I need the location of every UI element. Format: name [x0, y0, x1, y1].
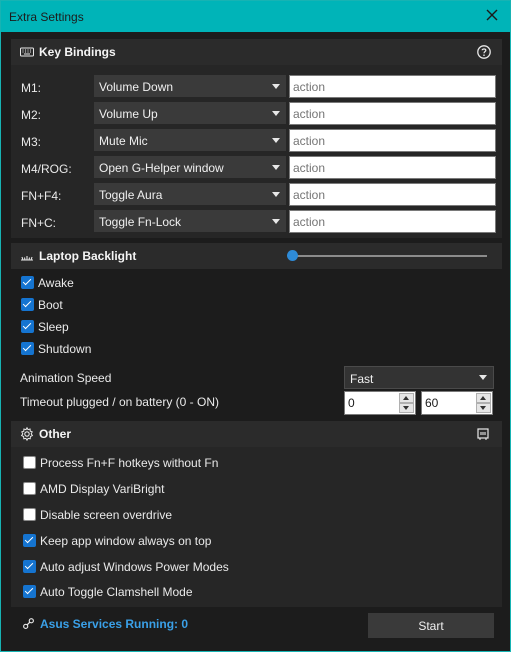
other-title: Other [39, 427, 72, 441]
checkbox-shutdown[interactable]: Shutdown [21, 340, 141, 358]
chevron-down-icon [272, 165, 280, 170]
key-label-m4: M4/ROG: [21, 162, 72, 176]
checkbox-awake[interactable]: Awake [21, 274, 141, 292]
checkbox-checked-icon [23, 560, 36, 573]
key-label-m3: M3: [21, 135, 42, 149]
close-icon[interactable] [484, 7, 500, 23]
services-status: Asus Services Running: 0 [40, 617, 189, 631]
key-bindings-title: Key Bindings [39, 45, 116, 59]
backlight-slider-track[interactable] [293, 255, 487, 257]
animation-speed-label: Animation Speed [20, 371, 112, 385]
battery-icon [477, 428, 489, 440]
chevron-down-icon [272, 192, 280, 197]
timeout-label: Timeout plugged / on battery (0 - ON) [20, 395, 219, 409]
backlight-icon [21, 256, 33, 261]
checkbox-always-on-top[interactable]: Keep app window always on top [23, 532, 283, 550]
window-title: Extra Settings [9, 10, 84, 24]
binding-select-m3[interactable]: Mute Mic [94, 129, 286, 151]
checkbox-boot[interactable]: Boot [21, 296, 141, 314]
spin-up-icon[interactable] [476, 393, 491, 403]
chevron-down-icon [272, 84, 280, 89]
key-bindings-header: Key Bindings [11, 39, 502, 65]
chevron-down-icon [272, 111, 280, 116]
binding-select-m1[interactable]: Volume Down [94, 75, 286, 97]
laptop-backlight-title: Laptop Backlight [39, 249, 137, 263]
action-input-fn-c[interactable] [289, 210, 496, 233]
checkbox-checked-icon [21, 276, 34, 289]
binding-select-fn-f4[interactable]: Toggle Aura [94, 183, 286, 205]
checkbox-unchecked-icon [23, 456, 36, 469]
gear-icon [20, 426, 34, 442]
key-label-m1: M1: [21, 81, 42, 95]
binding-select-m4[interactable]: Open G-Helper window [94, 156, 286, 178]
services-icon [23, 618, 34, 629]
keyboard-icon [20, 47, 34, 57]
timeout-plugged-stepper[interactable] [344, 391, 416, 415]
checkbox-checked-icon [21, 298, 34, 311]
key-label-fn-c: FN+C: [21, 216, 57, 230]
chevron-down-icon [479, 375, 487, 380]
animation-speed-select[interactable]: Fast [344, 366, 494, 389]
checkbox-amd-varibright[interactable]: AMD Display VariBright [23, 480, 283, 498]
backlight-slider-thumb[interactable] [287, 250, 298, 261]
checkbox-power-modes[interactable]: Auto adjust Windows Power Modes [23, 558, 283, 576]
spin-down-icon[interactable] [476, 403, 491, 413]
key-label-fn-f4: FN+F4: [21, 189, 62, 203]
checkbox-checked-icon [23, 585, 36, 598]
checkbox-checked-icon [21, 342, 34, 355]
checkbox-checked-icon [21, 320, 34, 333]
extra-settings-window: Extra Settings Key Bindings M1: Volume D… [0, 0, 511, 652]
checkbox-sleep[interactable]: Sleep [21, 318, 141, 336]
binding-select-fn-c[interactable]: Toggle Fn-Lock [94, 210, 286, 232]
help-icon[interactable] [476, 44, 492, 60]
key-label-m2: M2: [21, 108, 42, 122]
checkbox-checked-icon [23, 534, 36, 547]
checkbox-screen-overdrive[interactable]: Disable screen overdrive [23, 506, 283, 524]
chevron-down-icon [272, 138, 280, 143]
checkbox-unchecked-icon [23, 508, 36, 521]
checkbox-fn-hotkeys[interactable]: Process Fn+F hotkeys without Fn [23, 454, 283, 472]
binding-select-m2[interactable]: Volume Up [94, 102, 286, 124]
other-header: Other [11, 421, 502, 447]
title-bar: Extra Settings [1, 1, 510, 32]
start-services-button[interactable]: Start [368, 613, 494, 638]
chevron-down-icon [272, 219, 280, 224]
action-input-m4[interactable] [289, 156, 496, 179]
spin-up-icon[interactable] [399, 393, 414, 403]
timeout-battery-input[interactable] [422, 392, 474, 414]
timeout-plugged-input[interactable] [345, 392, 397, 414]
timeout-battery-stepper[interactable] [421, 391, 493, 415]
checkbox-clamshell-mode[interactable]: Auto Toggle Clamshell Mode [23, 583, 283, 601]
action-input-m2[interactable] [289, 102, 496, 125]
action-input-m3[interactable] [289, 129, 496, 152]
spin-down-icon[interactable] [399, 403, 414, 413]
action-input-m1[interactable] [289, 75, 496, 98]
action-input-fn-f4[interactable] [289, 183, 496, 206]
checkbox-unchecked-icon [23, 482, 36, 495]
